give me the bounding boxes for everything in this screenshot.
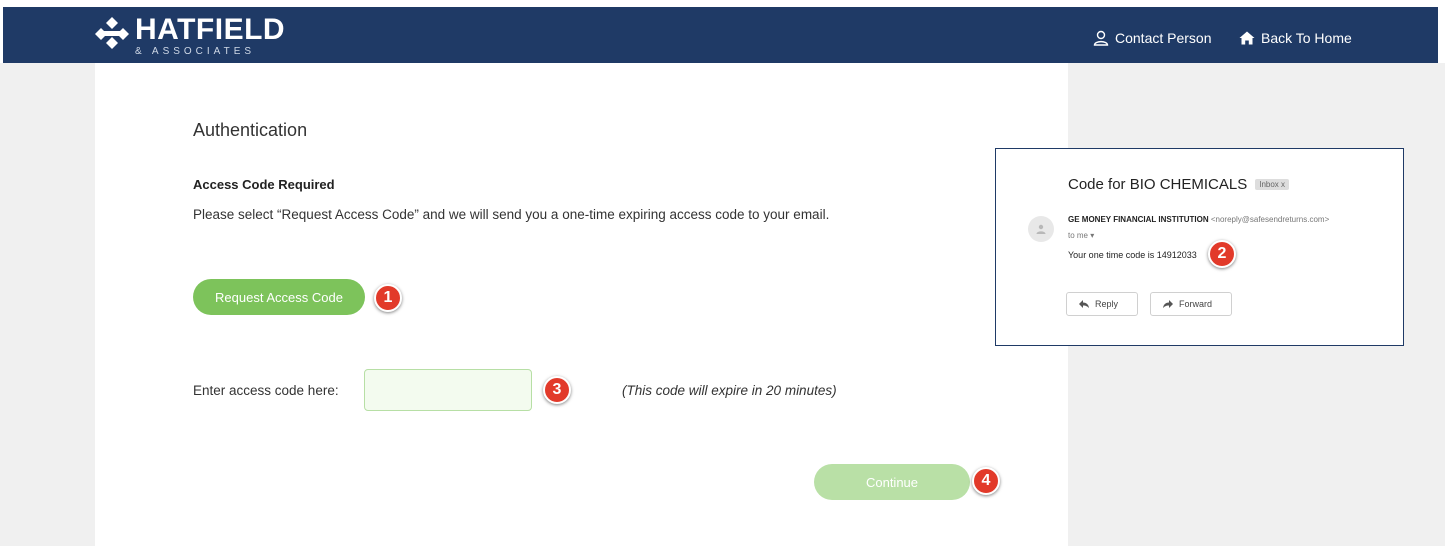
recipient-line[interactable]: to me ▾	[1068, 231, 1094, 240]
access-code-heading: Access Code Required	[193, 177, 335, 192]
forward-button[interactable]: Forward	[1150, 292, 1232, 316]
navigation-bar: HATFIELD & ASSOCIATES Contact Person Bac…	[3, 7, 1438, 63]
logo-name: HATFIELD	[135, 13, 286, 46]
reply-button[interactable]: Reply	[1066, 292, 1138, 316]
logo-subtitle: & ASSOCIATES	[135, 46, 256, 57]
step-badge-3: 3	[543, 376, 571, 404]
access-code-label: Enter access code here:	[193, 383, 339, 398]
one-time-code-text: Your one time code is 14912033	[1068, 250, 1197, 260]
contact-person-link[interactable]: Contact Person	[1093, 30, 1212, 46]
step-badge-4: 4	[972, 467, 1000, 495]
hatfield-logo-icon	[95, 17, 129, 49]
sender-name: GE MONEY FINANCIAL INSTITUTION	[1068, 215, 1209, 224]
page: HATFIELD & ASSOCIATES Contact Person Bac…	[0, 0, 1445, 546]
back-to-home-link[interactable]: Back To Home	[1239, 30, 1352, 46]
sender-line: GE MONEY FINANCIAL INSTITUTION <noreply@…	[1068, 215, 1329, 224]
step-badge-1: 1	[374, 284, 402, 312]
access-code-description: Please select “Request Access Code” and …	[193, 207, 830, 222]
left-gutter	[0, 63, 95, 546]
reply-label: Reply	[1095, 299, 1119, 309]
access-code-input[interactable]	[364, 369, 532, 411]
forward-label: Forward	[1179, 299, 1213, 309]
continue-button[interactable]: Continue	[814, 464, 970, 500]
inbox-tag[interactable]: Inbox x	[1255, 179, 1290, 190]
back-to-home-label: Back To Home	[1261, 30, 1352, 46]
sender-avatar	[1028, 216, 1054, 242]
email-subject-text: Code for BIO CHEMICALS	[1068, 176, 1248, 193]
forward-arrow-icon	[1163, 300, 1173, 308]
request-access-code-button[interactable]: Request Access Code	[193, 279, 365, 315]
sender-email: <noreply@safesendreturns.com>	[1210, 215, 1330, 224]
person-icon	[1093, 30, 1109, 46]
person-avatar-icon	[1036, 224, 1046, 234]
logo[interactable]: HATFIELD & ASSOCIATES	[95, 13, 295, 61]
home-icon	[1239, 31, 1255, 45]
step-badge-2: 2	[1208, 240, 1236, 268]
page-title: Authentication	[193, 120, 308, 140]
contact-person-label: Contact Person	[1115, 30, 1212, 46]
expiry-note: (This code will expire in 20 minutes)	[622, 383, 837, 398]
reply-arrow-icon	[1079, 300, 1089, 308]
email-subject: Code for BIO CHEMICALS Inbox x	[1068, 176, 1290, 193]
email-preview-panel: Code for BIO CHEMICALS Inbox x GE MONEY …	[995, 148, 1404, 346]
